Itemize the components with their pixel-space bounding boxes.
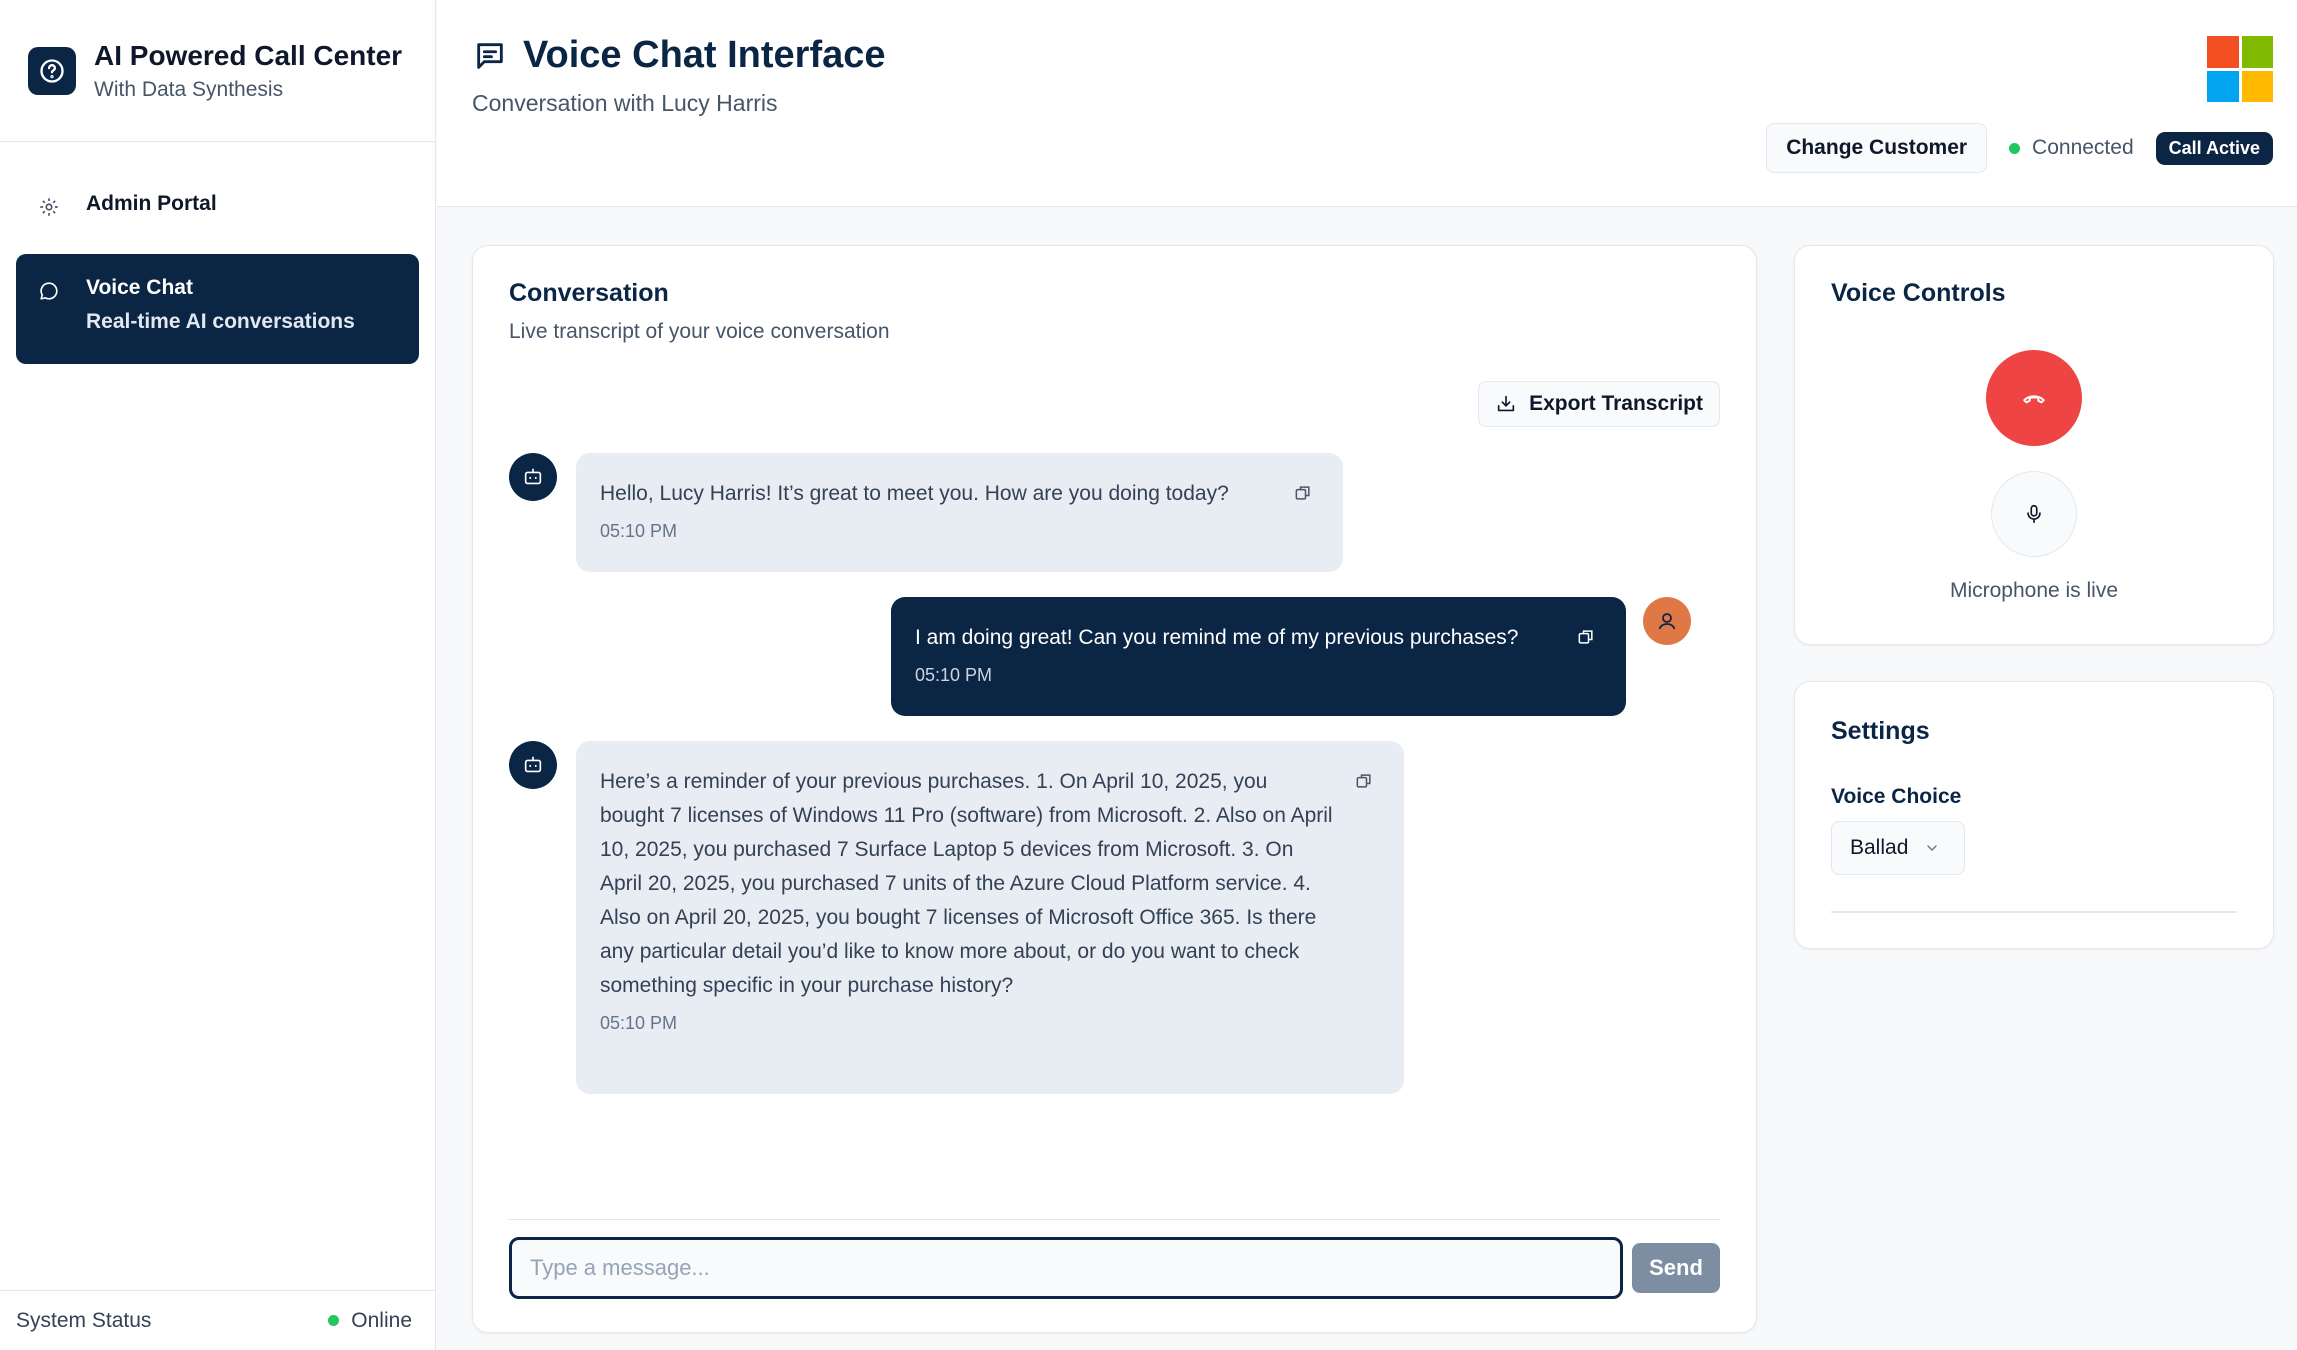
microphone-status: Microphone is live (1949, 579, 2119, 602)
voice-controls-title: Voice Controls (1831, 279, 2006, 307)
bot-avatar (509, 741, 557, 789)
sidebar-nav: Admin Portal Voice Chat Real-time AI con… (0, 142, 435, 390)
sidebar-item-admin-portal[interactable]: Admin Portal (16, 168, 419, 244)
microsoft-logo (2207, 36, 2273, 102)
microphone-button[interactable] (1991, 471, 2077, 557)
voice-controls-card: Voice Controls Microphone is live (1794, 245, 2274, 645)
user-avatar (1643, 597, 1691, 645)
brand: AI Powered Call Center With Data Synthes… (0, 0, 435, 142)
page-title-text: Voice Chat Interface (523, 34, 886, 76)
message-text: Hello, Lucy Harris! It’s great to meet y… (600, 482, 1229, 505)
header-actions: Change Customer Connected Call Active (1766, 123, 2273, 173)
conversation-card: Conversation Live transcript of your voi… (472, 245, 1757, 1333)
status-dot-icon (2009, 142, 2021, 154)
system-status-value-wrap: Online (328, 1309, 412, 1333)
phone-off-icon (2021, 385, 2047, 411)
message-bubble: I am doing great! Can you remind me of m… (891, 597, 1626, 716)
copy-icon[interactable] (1576, 627, 1596, 647)
message-input[interactable] (509, 1237, 1623, 1299)
message-time: 05:10 PM (600, 1013, 678, 1033)
bot-icon (522, 466, 544, 488)
connection-status-text: Connected (2032, 136, 2134, 159)
copy-icon[interactable] (1293, 483, 1313, 503)
bot-avatar (509, 453, 557, 501)
chevron-down-icon (1924, 840, 1940, 856)
chat-bubble-icon (36, 278, 62, 304)
message-bubble: Here’s a reminder of your previous purch… (576, 741, 1404, 1094)
conversation-header: Conversation Live transcript of your voi… (509, 279, 890, 344)
help-circle-icon (28, 46, 76, 95)
settings-card: Settings Voice Choice Ballad (1794, 681, 2274, 949)
page-title: Voice Chat Interface (473, 34, 886, 77)
system-status-value: Online (351, 1308, 412, 1332)
download-icon (1495, 393, 1517, 415)
change-customer-button[interactable]: Change Customer (1766, 123, 1988, 173)
system-status: System Status Online (0, 1290, 436, 1350)
page-subtitle: Conversation with Lucy Harris (472, 90, 778, 116)
voice-choice-value: Ballad (1850, 836, 1909, 859)
message-bubble: Hello, Lucy Harris! It’s great to meet y… (576, 453, 1343, 572)
settings-title: Settings (1831, 717, 1930, 745)
voice-choice-label: Voice Choice (1831, 785, 1962, 808)
gear-icon (36, 194, 62, 220)
message-text: I am doing great! Can you remind me of m… (915, 626, 1519, 649)
export-transcript-label: Export Transcript (1529, 392, 1703, 415)
input-divider (509, 1219, 1720, 1220)
microphone-icon (2023, 503, 2045, 525)
copy-icon[interactable] (1354, 771, 1374, 791)
message-time: 05:10 PM (600, 521, 678, 541)
conversation-subtitle: Live transcript of your voice conversati… (509, 320, 890, 343)
settings-divider (1831, 911, 2237, 913)
export-transcript-button[interactable]: Export Transcript (1478, 381, 1720, 427)
send-button[interactable]: Send (1632, 1243, 1720, 1293)
message-text: Here’s a reminder of your previous purch… (600, 770, 1333, 997)
page-header: Voice Chat Interface Conversation with L… (437, 0, 2297, 207)
sidebar-item-label: Voice Chat (86, 276, 193, 299)
system-status-label: System Status (16, 1308, 152, 1332)
message-square-icon (473, 39, 507, 73)
app-subtitle: With Data Synthesis (94, 77, 284, 101)
voice-choice-select[interactable]: Ballad (1831, 821, 1965, 875)
hang-up-button[interactable] (1986, 350, 2082, 446)
connection-status: Connected (2009, 136, 2134, 160)
app-title: AI Powered Call Center (94, 39, 403, 71)
message-time: 05:10 PM (915, 665, 993, 685)
sidebar-item-label: Admin Portal (86, 192, 217, 215)
conversation-title: Conversation (509, 279, 669, 307)
sidebar-item-sublabel: Real-time AI conversations (86, 310, 355, 333)
status-dot-icon (328, 1315, 340, 1327)
bot-icon (522, 754, 544, 776)
sidebar: AI Powered Call Center With Data Synthes… (0, 0, 436, 1350)
sidebar-item-voice-chat[interactable]: Voice Chat Real-time AI conversations (16, 254, 419, 364)
user-icon (1655, 609, 1679, 633)
call-active-badge: Call Active (2155, 131, 2273, 165)
